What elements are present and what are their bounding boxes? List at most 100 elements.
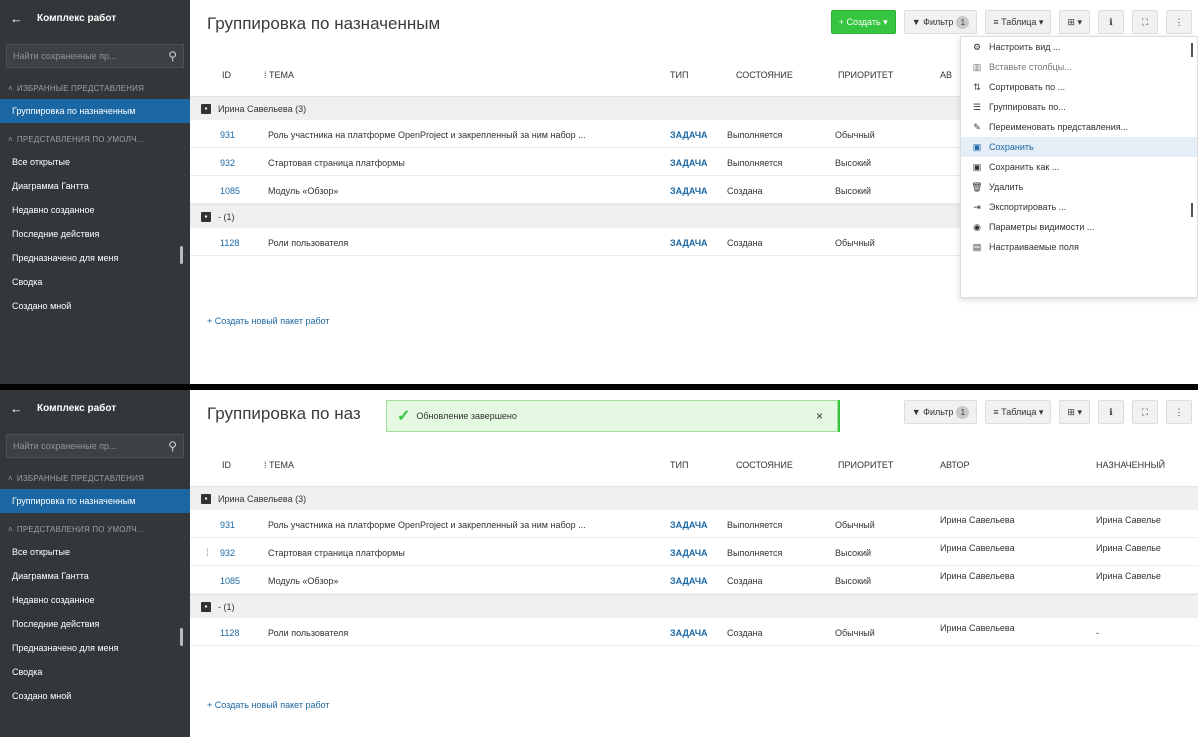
- sidebar-item-all-open[interactable]: Все открытые: [0, 540, 190, 564]
- favorites-section-header[interactable]: ˄ ИЗБРАННЫЕ ПРЕДСТАВЛЕНИЯ: [0, 78, 190, 99]
- row-id-link[interactable]: 931: [220, 130, 235, 140]
- table-view-button[interactable]: ≡ Таблица ▾: [985, 400, 1052, 424]
- row-priority[interactable]: Обычный: [835, 628, 875, 638]
- sidebar-item-all-open[interactable]: Все открытые: [0, 150, 190, 174]
- menu-item-insert-columns[interactable]: ▥ Вставьте столбцы...: [961, 57, 1197, 77]
- menu-item-group-by[interactable]: ☰ Группировать по...: [961, 97, 1197, 117]
- row-id-link[interactable]: 1128: [220, 238, 239, 248]
- sidebar-item-assigned-to-me[interactable]: Предназначено для меня: [0, 246, 190, 270]
- create-work-package-link[interactable]: + Создать новый пакет работ: [207, 316, 330, 326]
- column-header-type[interactable]: ТИП: [670, 70, 688, 80]
- row-assignee[interactable]: ИСИрина Савелье: [1096, 515, 1161, 525]
- row-assignee[interactable]: ИСИрина Савелье: [1096, 543, 1161, 553]
- sidebar-item-gantt[interactable]: Диаграмма Гантта: [0, 174, 190, 198]
- search-icon[interactable]: ⚲: [168, 439, 177, 453]
- sidebar-item-recently-created[interactable]: Недавно созданное: [0, 198, 190, 222]
- row-status[interactable]: Выполняется: [727, 130, 782, 140]
- menu-item-custom-fields[interactable]: ▤ Настраиваемые поля: [961, 237, 1197, 257]
- table-view-button[interactable]: ≡ Таблица ▾: [985, 10, 1052, 34]
- sidebar-item-latest-activity[interactable]: Последние действия: [0, 222, 190, 246]
- column-header-subject[interactable]: ⁞ ТЕМА: [264, 70, 294, 80]
- sidebar-search-input[interactable]: Найти сохраненные пр... ⚲: [6, 434, 184, 458]
- search-icon[interactable]: ⚲: [168, 49, 177, 63]
- column-header-priority[interactable]: ПРИОРИТЕТ: [838, 460, 893, 470]
- back-arrow-icon[interactable]: ←: [10, 11, 23, 26]
- menu-scrollbar[interactable]: [1191, 203, 1193, 217]
- sidebar-scrollbar[interactable]: [180, 246, 183, 264]
- menu-item-configure-view[interactable]: ⚙ Настроить вид ...: [961, 37, 1197, 57]
- sidebar-item-summary[interactable]: Сводка: [0, 270, 190, 294]
- fullscreen-icon[interactable]: ⛶: [1132, 400, 1158, 424]
- menu-item-delete[interactable]: 🗑 Удалить: [961, 177, 1197, 197]
- table-row[interactable]: ⁞ 932 Стартовая страница платформы ЗАДАЧ…: [190, 538, 1198, 566]
- row-status[interactable]: Выполняется: [727, 520, 782, 530]
- sidebar-item-latest-activity[interactable]: Последние действия: [0, 612, 190, 636]
- row-id-link[interactable]: 1085: [220, 576, 240, 586]
- menu-item-save[interactable]: ▣ Сохранить: [961, 137, 1197, 157]
- filter-button[interactable]: ▼ Фильтр 1: [903, 400, 978, 424]
- table-row[interactable]: 1085 Модуль «Обзор» ЗАДАЧА Создана Высок…: [190, 566, 1198, 594]
- sidebar-item-created-by-me[interactable]: Создано мной: [0, 684, 190, 708]
- back-arrow-icon[interactable]: ←: [10, 401, 23, 416]
- group-view-button[interactable]: ⊞ ▾: [1059, 10, 1090, 34]
- table-row[interactable]: 1128 Роли пользователя ЗАДАЧА Создана Об…: [190, 618, 1198, 646]
- row-status[interactable]: Создана: [727, 628, 763, 638]
- row-status[interactable]: Выполняется: [727, 548, 782, 558]
- table-row[interactable]: 931 Роль участника на платформе OpenProj…: [190, 510, 1198, 538]
- row-id-link[interactable]: 931: [220, 520, 235, 530]
- sidebar-item-recently-created[interactable]: Недавно созданное: [0, 588, 190, 612]
- sidebar-item-group-by-assignee[interactable]: Группировка по назначенным: [0, 489, 190, 513]
- row-subject[interactable]: Роли пользователя: [268, 628, 668, 638]
- row-priority[interactable]: Обычный: [835, 130, 875, 140]
- sidebar-item-assigned-to-me[interactable]: Предназначено для меня: [0, 636, 190, 660]
- defaults-section-header[interactable]: ˄ ПРЕДСТАВЛЕНИЯ ПО УМОЛЧ...: [0, 519, 190, 540]
- row-id-link[interactable]: 932: [220, 548, 235, 558]
- row-status[interactable]: Создана: [727, 576, 763, 586]
- collapse-icon[interactable]: ▪: [201, 212, 211, 222]
- row-id-link[interactable]: 1128: [220, 628, 239, 638]
- sidebar-search-input[interactable]: Найти сохраненные пр... ⚲: [6, 44, 184, 68]
- row-subject[interactable]: Стартовая страница платформы: [268, 548, 668, 558]
- row-priority[interactable]: Высокий: [835, 186, 871, 196]
- row-status[interactable]: Создана: [727, 238, 763, 248]
- defaults-section-header[interactable]: ˄ ПРЕДСТАВЛЕНИЯ ПО УМОЛЧ...: [0, 129, 190, 150]
- info-icon[interactable]: ℹ: [1098, 400, 1124, 424]
- fullscreen-icon[interactable]: ⛶: [1132, 10, 1158, 34]
- collapse-icon[interactable]: ▪: [201, 602, 211, 612]
- row-subject[interactable]: Стартовая страница платформы: [268, 158, 668, 168]
- row-priority[interactable]: Обычный: [835, 238, 875, 248]
- column-header-author[interactable]: АВ: [940, 70, 952, 80]
- create-work-package-link[interactable]: + Создать новый пакет работ: [207, 700, 330, 710]
- column-header-id[interactable]: ID: [222, 70, 231, 80]
- drag-handle-icon[interactable]: ⁞: [206, 548, 209, 559]
- row-priority[interactable]: Высокий: [835, 158, 871, 168]
- row-subject[interactable]: Роль участника на платформе OpenProject …: [268, 520, 668, 530]
- close-icon[interactable]: ×: [816, 409, 823, 423]
- sidebar-item-summary[interactable]: Сводка: [0, 660, 190, 684]
- menu-item-rename-view[interactable]: ✎ Переименовать представления...: [961, 117, 1197, 137]
- sidebar-item-created-by-me[interactable]: Создано мной: [0, 294, 190, 318]
- sidebar-item-group-by-assignee[interactable]: Группировка по назначенным: [0, 99, 190, 123]
- row-assignee[interactable]: -: [1096, 628, 1099, 638]
- collapse-icon[interactable]: ▪: [201, 494, 211, 504]
- row-priority[interactable]: Высокий: [835, 548, 871, 558]
- create-button[interactable]: + Создать ▾: [830, 10, 896, 34]
- column-header-priority[interactable]: ПРИОРИТЕТ: [838, 70, 893, 80]
- row-priority[interactable]: Высокий: [835, 576, 871, 586]
- menu-item-visibility[interactable]: ◉ Параметры видимости ...: [961, 217, 1197, 237]
- column-header-type[interactable]: ТИП: [670, 460, 688, 470]
- column-header-id[interactable]: ID: [222, 460, 231, 470]
- sidebar-item-gantt[interactable]: Диаграмма Гантта: [0, 564, 190, 588]
- column-header-status[interactable]: СОСТОЯНИЕ: [736, 70, 793, 80]
- collapse-icon[interactable]: ▪: [201, 104, 211, 114]
- menu-item-sort-by[interactable]: ⇅ Сортировать по ...: [961, 77, 1197, 97]
- menu-scrollbar[interactable]: [1191, 43, 1193, 57]
- menu-item-save-as[interactable]: ▣ Сохранить как ...: [961, 157, 1197, 177]
- sidebar-scrollbar[interactable]: [180, 628, 183, 646]
- menu-item-export[interactable]: ⇥ Экспортировать ...: [961, 197, 1197, 217]
- column-header-author[interactable]: АВТОР: [940, 460, 970, 470]
- column-header-subject[interactable]: ⁞ ТЕМА: [264, 460, 294, 470]
- row-subject[interactable]: Модуль «Обзор»: [268, 186, 668, 196]
- row-subject[interactable]: Роль участника на платформе OpenProject …: [268, 130, 668, 140]
- group-row[interactable]: ▪ Ирина Савельева (3): [190, 486, 1198, 510]
